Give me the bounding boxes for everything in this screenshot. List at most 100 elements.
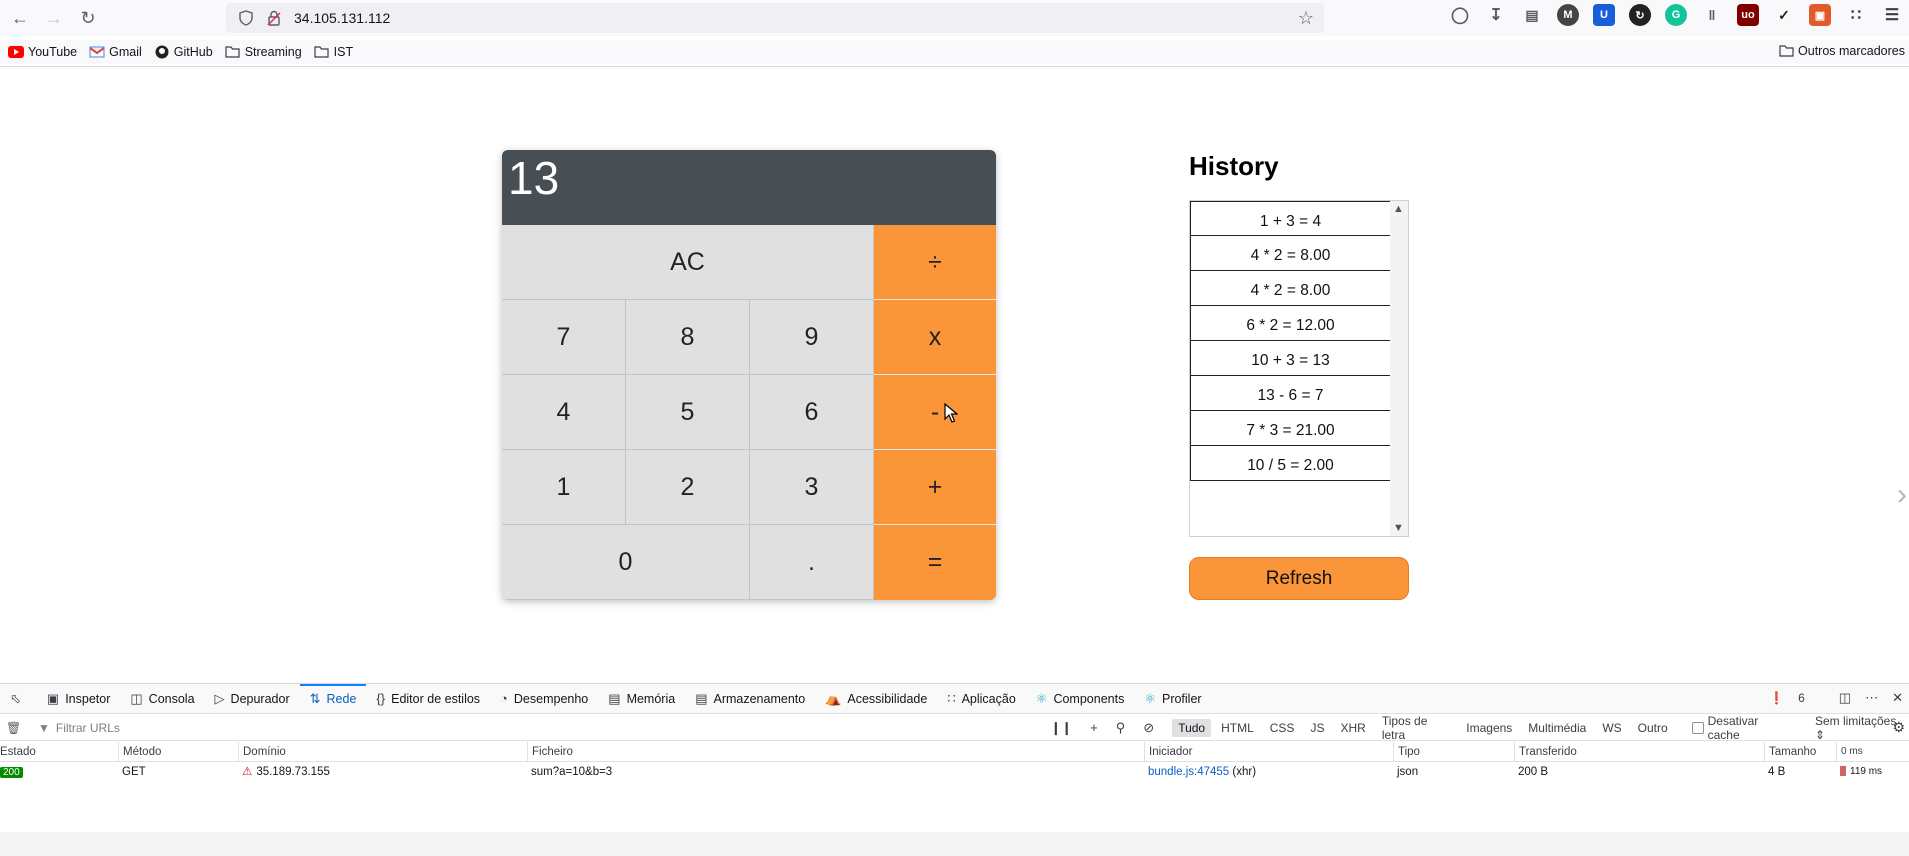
network-table-header: Estado Método Domínio Ficheiro Iniciador… xyxy=(0,742,1909,762)
filter-type-ws[interactable]: WS xyxy=(1596,719,1627,737)
orange-extension-icon[interactable]: ▣ xyxy=(1809,4,1831,26)
filter-type-images[interactable]: Imagens xyxy=(1460,719,1518,737)
bookmark-star-icon[interactable]: ☆ xyxy=(1298,8,1314,29)
bookmark-ist[interactable]: IST xyxy=(314,45,353,59)
tab-armazenamento[interactable]: ▤ Armazenamento xyxy=(685,684,815,714)
column-initiator[interactable]: Iniciador xyxy=(1144,742,1192,762)
close-icon[interactable]: ✕ xyxy=(1892,690,1903,706)
bookmark-gmail[interactable]: Gmail xyxy=(89,45,142,59)
filter-type-other[interactable]: Outro xyxy=(1632,719,1674,737)
ac-button[interactable]: AC xyxy=(502,225,874,300)
reload-icon[interactable]: ↻ xyxy=(74,4,102,32)
tab-aplicacao[interactable]: ∷ Aplicação xyxy=(937,684,1025,714)
disable-cache-checkbox[interactable]: Desativar cache xyxy=(1691,714,1793,742)
multiply-button[interactable]: x xyxy=(874,300,996,375)
three-button[interactable]: 3 xyxy=(750,450,874,525)
two-button[interactable]: 2 xyxy=(626,450,750,525)
history-scrollbar[interactable]: ▲ ▼ xyxy=(1390,201,1408,536)
tab-inspetor[interactable]: ▣ Inspetor xyxy=(37,684,120,714)
column-domain[interactable]: Domínio xyxy=(238,742,286,762)
tab-editor-de-estilos[interactable]: {} Editor de estilos xyxy=(366,684,490,714)
error-badge[interactable]: ❗ 6 xyxy=(1769,691,1805,705)
column-file[interactable]: Ficheiro xyxy=(527,742,573,762)
six-button[interactable]: 6 xyxy=(750,375,874,450)
column-transferred[interactable]: Transferido xyxy=(1514,742,1577,762)
pause-icon[interactable]: ❙❙ xyxy=(1050,720,1072,736)
grammarly-icon[interactable]: G xyxy=(1665,4,1687,26)
download-icon[interactable]: ↧ xyxy=(1485,4,1507,26)
element-picker-icon[interactable]: ⬁ xyxy=(0,684,37,714)
bookmark-github[interactable]: GitHub xyxy=(154,45,213,59)
bitwarden-icon[interactable]: U xyxy=(1593,4,1615,26)
add-button[interactable]: + xyxy=(874,450,996,525)
equals-button[interactable]: = xyxy=(874,525,996,600)
sync-extension-icon[interactable]: ↻ xyxy=(1629,4,1651,26)
bookmark-streaming[interactable]: Streaming xyxy=(225,45,302,59)
history-list-container[interactable]: 1 + 3 = 4 4 * 2 = 8.00 4 * 2 = 8.00 6 * … xyxy=(1189,200,1409,537)
column-waterfall[interactable]: 0 ms xyxy=(1836,742,1863,762)
url-text[interactable]: 34.105.131.112 xyxy=(294,10,390,26)
column-size[interactable]: Tamanho xyxy=(1764,742,1816,762)
seven-button[interactable]: 7 xyxy=(502,300,626,375)
more-options-icon[interactable]: ⋯ xyxy=(1865,690,1878,706)
refresh-button[interactable]: Refresh xyxy=(1189,557,1409,600)
scroll-up-icon[interactable]: ▲ xyxy=(1393,203,1404,215)
forward-icon[interactable]: → xyxy=(40,4,68,32)
back-icon[interactable]: ← xyxy=(6,4,34,32)
filter-type-js[interactable]: JS xyxy=(1304,719,1330,737)
initiator-suffix: (xhr) xyxy=(1232,766,1257,778)
chevron-right-icon[interactable]: › xyxy=(1897,478,1907,512)
tab-rede[interactable]: ⇅ Rede xyxy=(299,683,367,714)
tracking-protection-icon[interactable] xyxy=(238,10,254,26)
filter-urls-input[interactable]: ▼ Filtrar URLs xyxy=(38,721,1050,735)
eight-button[interactable]: 8 xyxy=(626,300,750,375)
tab-consola[interactable]: ◫ Consola xyxy=(120,684,204,714)
one-button[interactable]: 1 xyxy=(502,450,626,525)
filter-type-all[interactable]: Tudo xyxy=(1172,718,1212,737)
tab-profiler[interactable]: ⚛ Profiler xyxy=(1134,684,1211,714)
history-item: 1 + 3 = 4 xyxy=(1190,201,1391,236)
ublock-icon[interactable]: uo xyxy=(1737,4,1759,26)
request-timing: 119 ms xyxy=(1840,762,1882,782)
filter-type-css[interactable]: CSS xyxy=(1264,719,1301,737)
other-bookmarks[interactable]: Outros marcadores xyxy=(1779,44,1905,58)
divide-button[interactable]: ÷ xyxy=(874,225,996,300)
table-row[interactable]: 200 GET ⚠ 35.189.73.155 sum?a=10&b=3 bund… xyxy=(0,762,1909,782)
filter-type-html[interactable]: HTML xyxy=(1215,719,1260,737)
filter-type-xhr[interactable]: XHR xyxy=(1334,719,1371,737)
not-secure-lock-icon[interactable] xyxy=(266,10,282,26)
m-extension-icon[interactable]: M xyxy=(1557,4,1579,26)
trash-icon[interactable]: 🗑 xyxy=(6,721,21,735)
scroll-down-icon[interactable]: ▼ xyxy=(1393,522,1404,534)
bookmark-youtube[interactable]: YouTube xyxy=(8,45,77,59)
block-icon[interactable]: ⊘ xyxy=(1143,720,1154,736)
url-bar[interactable]: 34.105.131.112 ☆ xyxy=(226,3,1324,33)
pocket-icon[interactable]: ◯ xyxy=(1449,4,1471,26)
reader-view-icon[interactable]: ▤ xyxy=(1521,4,1543,26)
filter-type-fonts[interactable]: Tipos de letra xyxy=(1376,712,1456,744)
five-button[interactable]: 5 xyxy=(626,375,750,450)
column-method[interactable]: Método xyxy=(118,742,161,762)
four-button[interactable]: 4 xyxy=(502,375,626,450)
tab-components[interactable]: ⚛ Components xyxy=(1026,684,1135,714)
tab-memoria[interactable]: ▤ Memória xyxy=(598,684,685,714)
column-type[interactable]: Tipo xyxy=(1393,742,1420,762)
column-status[interactable]: Estado xyxy=(0,742,36,762)
hamburger-menu-icon[interactable]: ☰ xyxy=(1881,4,1903,26)
apps-grid-icon[interactable]: ∷ xyxy=(1845,4,1867,26)
initiator-link[interactable]: bundle.js:47455 xyxy=(1148,766,1229,778)
tab-depurador[interactable]: ▷ Depurador xyxy=(205,684,300,714)
subtract-button[interactable]: - xyxy=(874,375,996,450)
filter-type-media[interactable]: Multimédia xyxy=(1522,719,1592,737)
search-icon[interactable]: ⚲ xyxy=(1116,720,1126,736)
gear-icon[interactable]: ⚙ xyxy=(1892,719,1905,736)
tab-acessibilidade[interactable]: ⛺ Acessibilidade xyxy=(815,684,937,714)
decimal-button[interactable]: . xyxy=(750,525,874,600)
zero-button[interactable]: 0 xyxy=(502,525,750,600)
brush-extension-icon[interactable]: ✓ xyxy=(1773,4,1795,26)
library-icon[interactable]: ‖ xyxy=(1701,4,1723,26)
nine-button[interactable]: 9 xyxy=(750,300,874,375)
dock-side-icon[interactable]: ◫ xyxy=(1839,690,1851,706)
add-icon[interactable]: + xyxy=(1090,720,1098,735)
tab-desempenho[interactable]: ◔ Desempenho xyxy=(490,684,598,714)
